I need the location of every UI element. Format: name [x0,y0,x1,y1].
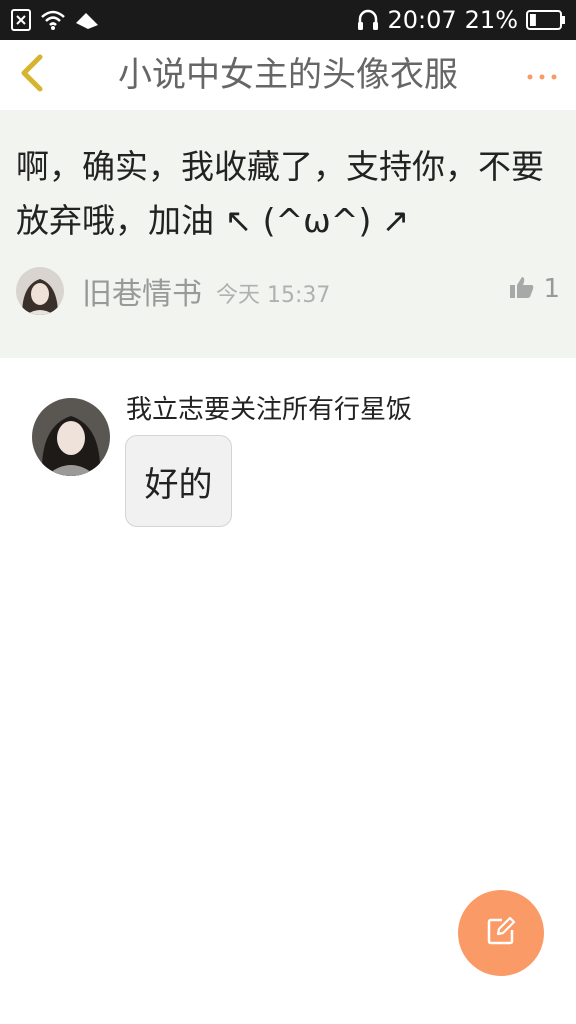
status-right: 20:07 21% [357,0,566,40]
signal-icon [74,9,100,31]
headphones-icon [357,8,379,32]
reply-avatar[interactable] [32,398,110,476]
back-button[interactable] [12,54,52,96]
top-bar: 小说中女主的头像衣服 [0,40,576,110]
comment-author-row: 旧巷情书 今天 15:37 1 [16,266,560,316]
thumbs-up-icon [509,275,535,303]
comment-detail-page: 20:07 21% 小说中女主的头像衣服 啊，确实，我收藏了，支持你，不要放弃哦… [0,0,576,1024]
page-title: 小说中女主的头像衣服 [118,55,458,95]
more-button[interactable] [522,60,562,90]
status-time: 20:07 [387,6,457,34]
edit-icon [486,916,516,950]
like-count: 1 [543,274,560,304]
comment-time: 今天 15:37 [216,283,331,308]
chevron-left-icon [18,53,46,97]
reply-bubble: 好的 [125,435,232,527]
original-comment: 啊，确实，我收藏了，支持你，不要放弃哦，加油 ↖ (^ω^) ↗ 旧巷情书 今天… [0,110,576,358]
battery-percent: 21% [464,6,518,34]
more-dots-icon [526,66,558,85]
comment-text: 啊，确实，我收藏了，支持你，不要放弃哦，加油 ↖ (^ω^) ↗ [16,147,544,240]
reply-author-name[interactable]: 我立志要关注所有行星饭 [126,394,412,426]
author-name[interactable]: 旧巷情书 [82,269,202,313]
like-button[interactable]: 1 [509,274,560,304]
author-avatar[interactable] [16,267,64,315]
compose-button[interactable] [458,890,544,976]
reply-item: 我立志要关注所有行星饭 好的 [32,394,552,534]
wifi-icon [40,9,66,31]
status-left [10,8,100,32]
battery-icon [526,9,566,31]
status-bar: 20:07 21% [0,0,576,40]
sim-off-icon [10,8,32,32]
